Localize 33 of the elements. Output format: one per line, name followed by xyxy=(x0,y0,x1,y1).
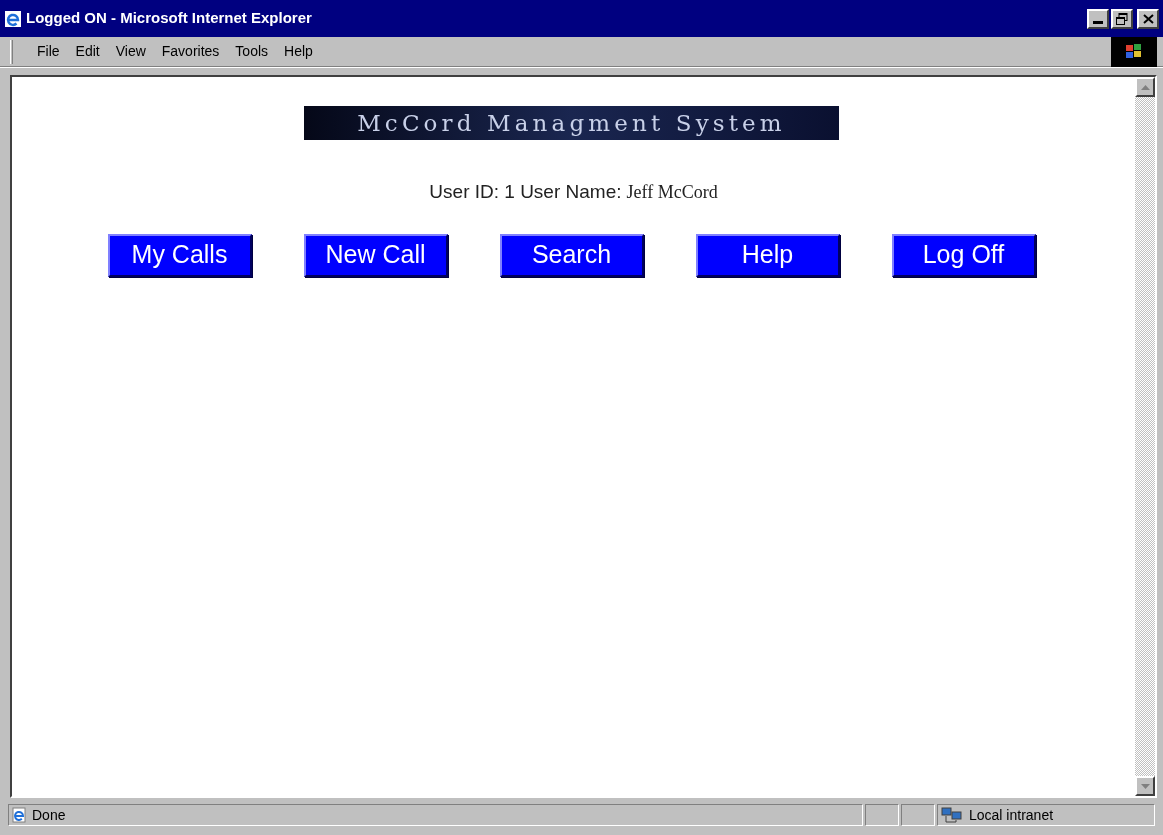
window-title: Logged ON - Microsoft Internet Explorer xyxy=(26,8,313,29)
nav-button[interactable]: My Calls xyxy=(107,233,252,277)
nav-button[interactable]: Search xyxy=(499,233,644,277)
status-pane xyxy=(865,804,899,826)
minimize-icon xyxy=(1093,20,1103,24)
nav-button[interactable]: Log Off xyxy=(891,233,1036,277)
menu-item[interactable]: View xyxy=(109,41,152,62)
status-pane xyxy=(901,804,935,826)
network-computers-icon xyxy=(941,806,963,824)
menu-item[interactable]: Favorites xyxy=(155,41,226,62)
nav-button[interactable]: New Call xyxy=(303,233,448,277)
page-icon xyxy=(11,807,27,823)
scroll-down-button[interactable] xyxy=(1135,776,1155,796)
user-name: Jeff McCord xyxy=(626,181,718,204)
logo-text: McCord Managment System xyxy=(357,108,786,138)
scroll-up-button[interactable] xyxy=(1135,77,1155,97)
minimize-button[interactable] xyxy=(1087,8,1109,29)
browser-logo-icon xyxy=(4,9,22,28)
nav-button[interactable]: Help xyxy=(695,233,840,277)
user-id-label: User ID: 1 User Name: xyxy=(429,180,622,204)
up-arrow-icon xyxy=(1140,84,1150,90)
close-button[interactable] xyxy=(1137,8,1159,29)
windows-logo-icon xyxy=(1111,36,1157,67)
down-arrow-icon xyxy=(1140,783,1150,789)
menu-item[interactable]: Tools xyxy=(229,41,275,62)
menu-item[interactable]: Help xyxy=(278,41,319,62)
status-text: Done xyxy=(32,805,66,825)
restore-button[interactable] xyxy=(1111,8,1133,29)
menu-item[interactable]: File xyxy=(31,41,66,62)
restore-icon xyxy=(1116,12,1128,25)
close-icon xyxy=(1142,13,1154,24)
menu-item[interactable]: Edit xyxy=(69,41,106,62)
security-zone-text: Local intranet xyxy=(969,805,1054,825)
